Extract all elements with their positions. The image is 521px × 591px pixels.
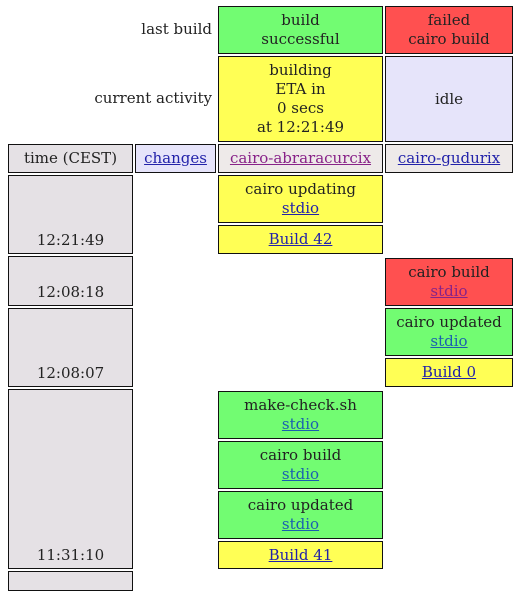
time-value: 11:31:10 bbox=[36, 546, 105, 564]
activity-line: at 12:21:49 bbox=[256, 118, 345, 136]
last-build-status-line1: build bbox=[281, 11, 320, 29]
stdio-link[interactable]: stdio bbox=[282, 415, 319, 434]
step-title: cairo updating bbox=[244, 180, 356, 198]
activity-abraracurcix: building ETA in 0 secs at 12:21:49 bbox=[218, 56, 383, 142]
changes-link[interactable]: changes bbox=[144, 149, 207, 168]
activity-gudurix: idle bbox=[385, 56, 513, 142]
step-event: cairo build stdio bbox=[385, 258, 513, 306]
time-header: time (CEST) bbox=[8, 144, 133, 173]
build-link[interactable]: Build 41 bbox=[269, 546, 333, 565]
activity-line: ETA in bbox=[275, 80, 326, 98]
time-cell bbox=[8, 571, 133, 591]
builder-header-gudurix: cairo-gudurix bbox=[385, 144, 513, 173]
step-event: cairo build stdio bbox=[218, 441, 383, 489]
step-event: cairo updated stdio bbox=[385, 308, 513, 356]
time-cell: 11:31:10 bbox=[8, 389, 133, 569]
step-title: cairo build bbox=[259, 446, 342, 464]
builder-header-abraracurcix: cairo-abraracurcix bbox=[218, 144, 383, 173]
build-event: Build 42 bbox=[218, 225, 383, 254]
last-build-label: last build bbox=[141, 20, 212, 38]
build-event: Build 0 bbox=[385, 358, 513, 387]
activity-idle: idle bbox=[434, 89, 464, 108]
builder-link-gudurix[interactable]: cairo-gudurix bbox=[398, 149, 500, 168]
stdio-link[interactable]: stdio bbox=[430, 332, 467, 351]
last-build-status-line1: failed bbox=[427, 11, 471, 29]
stdio-link[interactable]: stdio bbox=[282, 465, 319, 484]
build-link[interactable]: Build 42 bbox=[269, 230, 333, 249]
build-event: Build 41 bbox=[218, 541, 383, 569]
activity-line: 0 secs bbox=[277, 99, 324, 117]
time-cell: 12:08:18 bbox=[8, 256, 133, 306]
step-title: make-check.sh bbox=[244, 396, 357, 414]
step-event: cairo updated stdio bbox=[218, 491, 383, 539]
build-link[interactable]: Build 0 bbox=[422, 363, 476, 382]
current-activity-label: current activity bbox=[94, 89, 212, 107]
last-build-status-line2: successful bbox=[261, 30, 340, 48]
step-title: cairo updated bbox=[247, 496, 354, 514]
step-title: cairo updated bbox=[396, 313, 502, 331]
last-build-abraracurcix: build successful bbox=[218, 6, 383, 54]
stdio-link[interactable]: stdio bbox=[430, 282, 467, 301]
step-title: cairo build bbox=[408, 263, 490, 281]
last-build-status-line2: cairo build bbox=[408, 30, 490, 48]
time-header-label: time (CEST) bbox=[23, 149, 118, 167]
time-cell: 12:21:49 bbox=[8, 175, 133, 254]
changes-header: changes bbox=[135, 144, 216, 173]
stdio-link[interactable]: stdio bbox=[282, 199, 319, 218]
time-value: 12:08:18 bbox=[36, 283, 105, 301]
builder-link-abraracurcix[interactable]: cairo-abraracurcix bbox=[230, 149, 371, 168]
activity-line: building bbox=[269, 61, 332, 79]
time-cell: 12:08:07 bbox=[8, 308, 133, 387]
step-event: cairo updating stdio bbox=[218, 175, 383, 223]
last-build-gudurix: failed cairo build bbox=[385, 6, 513, 54]
time-value: 12:21:49 bbox=[36, 231, 105, 249]
time-value: 12:08:07 bbox=[36, 364, 105, 382]
stdio-link[interactable]: stdio bbox=[282, 515, 319, 534]
step-event: make-check.sh stdio bbox=[218, 391, 383, 439]
